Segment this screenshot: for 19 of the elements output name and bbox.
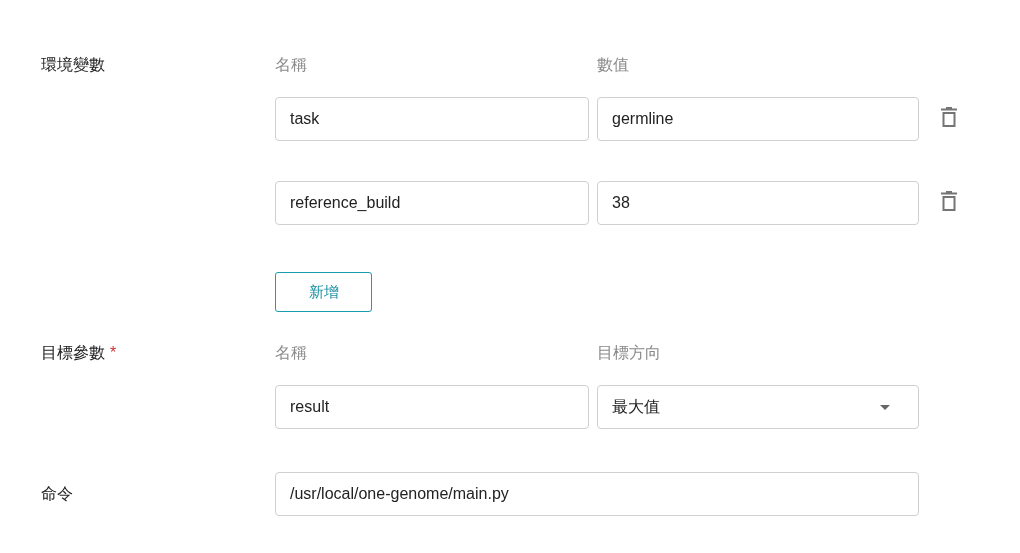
input-field[interactable]: /usr/local/one-genome/main.py (275, 472, 919, 516)
caret-icon (880, 404, 890, 410)
input-field[interactable]: reference_build (275, 181, 589, 225)
add-button[interactable]: 新增 (275, 272, 372, 312)
field-label: 命令 (41, 484, 73, 504)
input-field[interactable]: germline (597, 97, 919, 141)
column-header: 名稱 (275, 342, 308, 363)
field-label: 環境變數 (41, 55, 105, 75)
required-mark: * (110, 344, 117, 362)
delete-icon[interactable] (941, 107, 957, 127)
column-header: 數值 (597, 54, 629, 75)
dropdown[interactable]: 最大值 (597, 385, 919, 429)
field-label: 目標參數 (41, 343, 105, 363)
input-field[interactable]: 38 (597, 181, 919, 225)
column-header: 名稱 (275, 54, 308, 75)
input-field[interactable]: task (275, 97, 589, 141)
input-field[interactable]: result (275, 385, 589, 429)
column-header: 目標方向 (597, 342, 661, 363)
delete-icon[interactable] (941, 191, 957, 211)
